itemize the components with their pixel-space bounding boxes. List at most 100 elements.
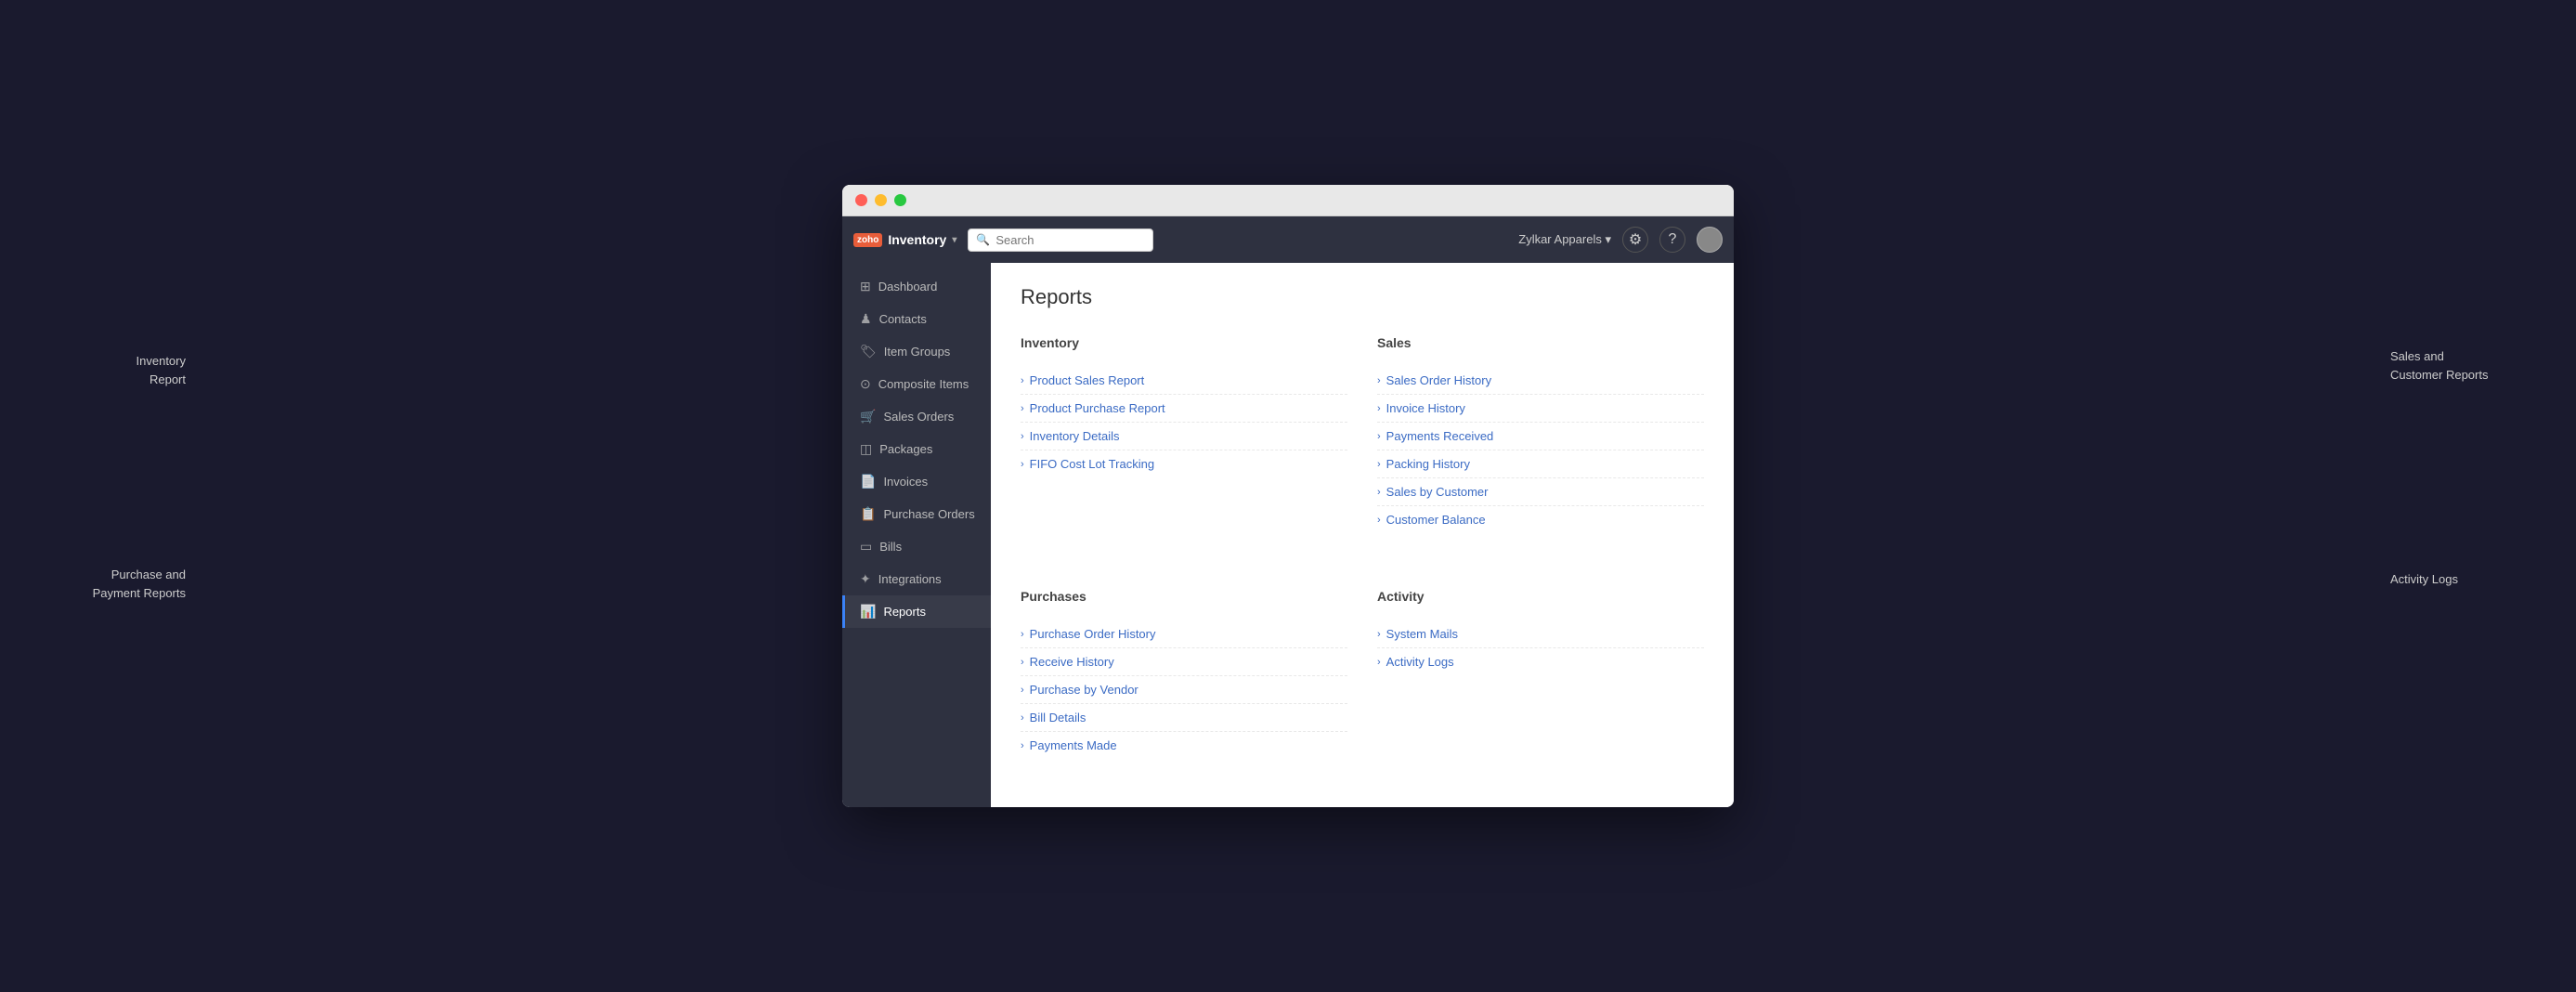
activity-section: Activity › System Mails › Activity Logs	[1377, 589, 1704, 759]
maximize-button[interactable]	[894, 194, 906, 206]
chevron-icon: ›	[1377, 403, 1381, 414]
chevron-icon: ›	[1377, 431, 1381, 442]
chevron-icon: ›	[1377, 629, 1381, 640]
chevron-icon: ›	[1021, 403, 1024, 414]
avatar[interactable]	[1697, 227, 1723, 253]
minimize-button[interactable]	[875, 194, 887, 206]
chevron-icon: ›	[1377, 459, 1381, 470]
activity-logs-link[interactable]: › Activity Logs	[1377, 648, 1704, 675]
sidebar-item-packages[interactable]: ◫ Packages	[842, 433, 991, 465]
payments-received-link[interactable]: › Payments Received	[1377, 423, 1704, 450]
sidebar-label-purchase-orders: Purchase Orders	[883, 507, 974, 521]
packages-icon: ◫	[860, 441, 872, 457]
main-layout: ⊞ Dashboard ♟ Contacts 🏷 Item Groups ⊙ C…	[842, 263, 1734, 807]
customer-balance-link[interactable]: › Customer Balance	[1377, 506, 1704, 533]
sales-by-customer-link[interactable]: › Sales by Customer	[1377, 478, 1704, 506]
title-bar	[842, 185, 1734, 216]
inventory-section: Inventory › Product Sales Report › Produ…	[1021, 335, 1347, 533]
sidebar-item-sales-orders[interactable]: 🛒 Sales Orders	[842, 400, 991, 433]
search-input[interactable]	[995, 233, 1144, 247]
search-icon: 🔍	[976, 233, 990, 246]
sales-section: Sales › Sales Order History › Invoice Hi…	[1377, 335, 1704, 533]
sidebar-item-composite-items[interactable]: ⊙ Composite Items	[842, 368, 991, 400]
packing-history-link[interactable]: › Packing History	[1377, 450, 1704, 478]
chevron-icon: ›	[1021, 431, 1024, 442]
sidebar-label-composite: Composite Items	[878, 377, 969, 391]
content-area: Reports Inventory › Product Sales Report…	[991, 263, 1734, 807]
sidebar-item-bills[interactable]: ▭ Bills	[842, 530, 991, 563]
fifo-cost-lot-link[interactable]: › FIFO Cost Lot Tracking	[1021, 450, 1347, 477]
sidebar-label-sales-orders: Sales Orders	[883, 410, 954, 424]
system-mails-link[interactable]: › System Mails	[1377, 620, 1704, 648]
inventory-details-link[interactable]: › Inventory Details	[1021, 423, 1347, 450]
app-dropdown-icon: ▾	[952, 235, 956, 245]
purchase-by-vendor-link[interactable]: › Purchase by Vendor	[1021, 676, 1347, 704]
product-purchase-report-link[interactable]: › Product Purchase Report	[1021, 395, 1347, 423]
purchase-order-history-link[interactable]: › Purchase Order History	[1021, 620, 1347, 648]
chevron-icon: ›	[1021, 375, 1024, 386]
product-sales-report-link[interactable]: › Product Sales Report	[1021, 367, 1347, 395]
chevron-icon: ›	[1021, 459, 1024, 470]
settings-icon: ⚙	[1629, 230, 1642, 249]
activity-section-title: Activity	[1377, 589, 1704, 609]
sidebar-label-integrations: Integrations	[878, 572, 942, 586]
app-name: Inventory	[888, 232, 946, 247]
sidebar-item-purchase-orders[interactable]: 📋 Purchase Orders	[842, 498, 991, 530]
sidebar-label-reports: Reports	[883, 605, 926, 619]
inventory-section-title: Inventory	[1021, 335, 1347, 356]
sidebar-label-dashboard: Dashboard	[878, 280, 938, 294]
dashboard-icon: ⊞	[860, 279, 871, 294]
annotation-activity-logs: Activity Logs	[2390, 570, 2458, 589]
sidebar: ⊞ Dashboard ♟ Contacts 🏷 Item Groups ⊙ C…	[842, 263, 991, 807]
purchase-orders-icon: 📋	[860, 506, 876, 522]
org-name[interactable]: Zylkar Apparels ▾	[1518, 232, 1611, 247]
sidebar-label-contacts: Contacts	[879, 312, 927, 326]
sales-section-title: Sales	[1377, 335, 1704, 356]
chevron-icon: ›	[1021, 740, 1024, 751]
bills-icon: ▭	[860, 539, 872, 555]
sidebar-item-dashboard[interactable]: ⊞ Dashboard	[842, 270, 991, 303]
main-window: zoho Inventory ▾ 🔍 Zylkar Apparels ▾ ⚙ ?	[842, 185, 1734, 807]
reports-grid: Inventory › Product Sales Report › Produ…	[1021, 335, 1704, 785]
purchases-section-title: Purchases	[1021, 589, 1347, 609]
sidebar-item-item-groups[interactable]: 🏷 Item Groups	[842, 335, 991, 368]
sales-orders-icon: 🛒	[860, 409, 876, 424]
invoice-history-link[interactable]: › Invoice History	[1377, 395, 1704, 423]
receive-history-link[interactable]: › Receive History	[1021, 648, 1347, 676]
sidebar-label-bills: Bills	[879, 540, 902, 554]
help-button[interactable]: ?	[1659, 227, 1685, 253]
sales-order-history-link[interactable]: › Sales Order History	[1377, 367, 1704, 395]
page-title: Reports	[1021, 285, 1704, 309]
sidebar-item-invoices[interactable]: 📄 Invoices	[842, 465, 991, 498]
help-icon: ?	[1669, 231, 1677, 248]
contacts-icon: ♟	[860, 311, 872, 327]
payments-made-link[interactable]: › Payments Made	[1021, 732, 1347, 759]
chevron-icon: ›	[1021, 712, 1024, 724]
zoho-logo-badge: zoho	[853, 233, 882, 247]
close-button[interactable]	[855, 194, 867, 206]
annotation-inventory-report: Inventory Report	[137, 352, 186, 388]
purchases-section: Purchases › Purchase Order History › Rec…	[1021, 589, 1347, 759]
nav-right: Zylkar Apparels ▾ ⚙ ?	[1518, 227, 1723, 253]
reports-icon: 📊	[860, 604, 876, 620]
sidebar-item-contacts[interactable]: ♟ Contacts	[842, 303, 991, 335]
integrations-icon: ✦	[860, 571, 871, 587]
annotation-sales-customer: Sales and Customer Reports	[2390, 347, 2488, 384]
chevron-icon: ›	[1021, 629, 1024, 640]
composite-icon: ⊙	[860, 376, 871, 392]
chevron-icon: ›	[1377, 487, 1381, 498]
sidebar-label-item-groups: Item Groups	[884, 345, 951, 359]
chevron-icon: ›	[1377, 375, 1381, 386]
chevron-icon: ›	[1021, 657, 1024, 668]
sidebar-label-packages: Packages	[879, 442, 932, 456]
bill-details-link[interactable]: › Bill Details	[1021, 704, 1347, 732]
brand-logo[interactable]: zoho Inventory ▾	[853, 232, 956, 247]
chevron-icon: ›	[1021, 685, 1024, 696]
invoices-icon: 📄	[860, 474, 876, 489]
sidebar-item-integrations[interactable]: ✦ Integrations	[842, 563, 991, 595]
sidebar-label-invoices: Invoices	[883, 475, 928, 489]
settings-button[interactable]: ⚙	[1622, 227, 1648, 253]
top-nav: zoho Inventory ▾ 🔍 Zylkar Apparels ▾ ⚙ ?	[842, 216, 1734, 263]
sidebar-item-reports[interactable]: 📊 Reports	[842, 595, 991, 628]
item-groups-icon: 🏷	[860, 344, 877, 359]
